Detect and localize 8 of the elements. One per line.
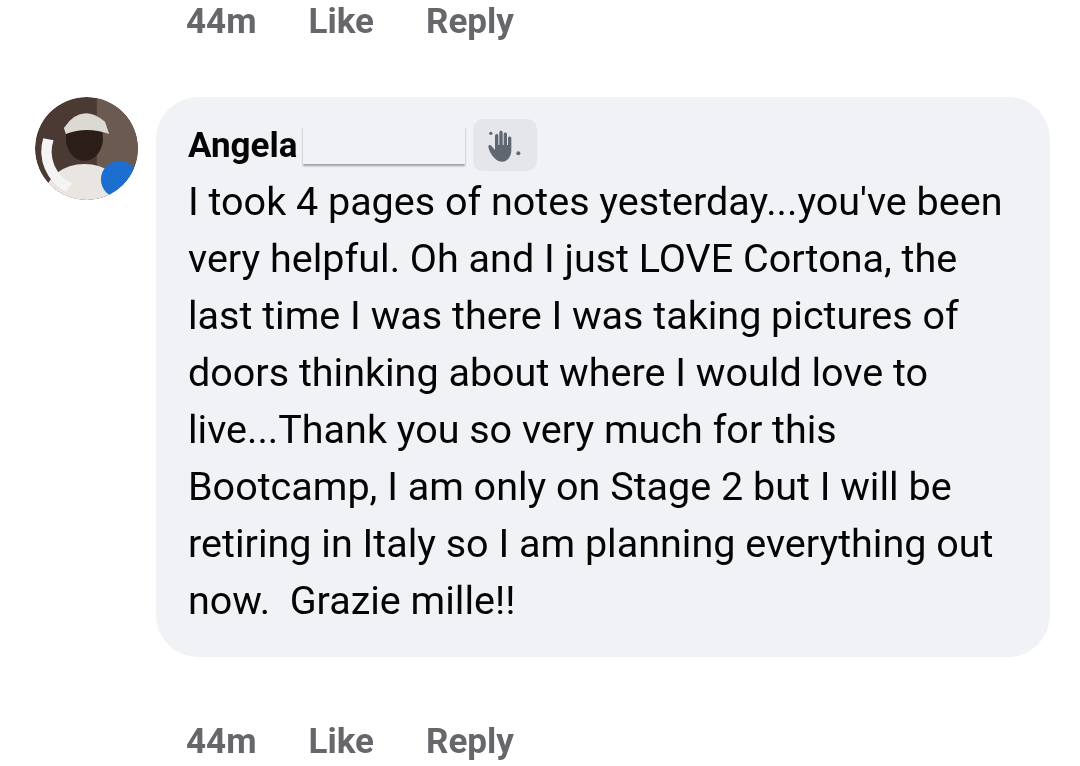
reply-button[interactable]: Reply — [425, 4, 514, 39]
timestamp[interactable]: 44m — [186, 4, 257, 39]
like-button[interactable]: Like — [308, 724, 374, 759]
like-button[interactable]: Like — [308, 4, 374, 39]
reply-button[interactable]: Reply — [425, 724, 514, 759]
comment-text: I took 4 pages of notes yesterday...you've been very helpful. Oh and I just LOVE Cortona, the last time I was there I was taking pictures of doors thinking about where I would love to live...Thank you so very much for this Bootcamp, I am only on Stage 2 but I will be retiring in Italy so I am planning everything out now. Grazie mille!! — [188, 177, 1004, 626]
timestamp[interactable]: 44m — [186, 724, 257, 759]
author-name[interactable]: Angela — [188, 127, 298, 163]
